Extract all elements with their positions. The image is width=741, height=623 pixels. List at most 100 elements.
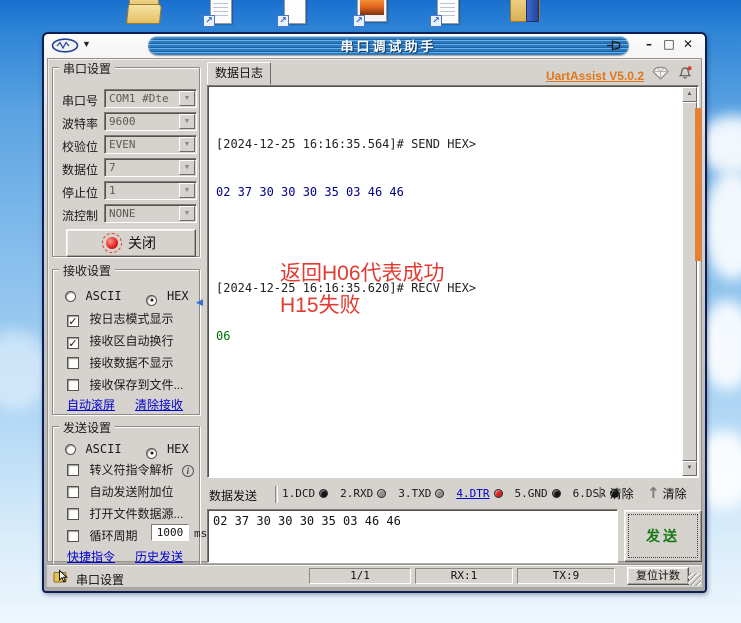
separator	[275, 486, 278, 503]
chevron-down-icon[interactable]: ▼	[179, 91, 195, 106]
gnd-led-icon	[552, 489, 561, 498]
close-port-button[interactable]: 关闭	[66, 229, 196, 257]
clear-receive-button[interactable]: ↓ 清除	[594, 484, 634, 502]
indicator-rxd: 2.RXD	[340, 487, 386, 500]
tab-data-log[interactable]: 数据日志	[207, 62, 271, 85]
radio-send-ascii[interactable]	[65, 444, 76, 455]
shortcut-arrow-icon: ↗	[277, 15, 289, 27]
desktop-icon-shortcut-document[interactable]: ↗	[203, 0, 241, 28]
scroll-up-icon[interactable]: ▲	[682, 87, 697, 102]
status-text: 串口设置	[76, 571, 124, 588]
quick-commands-link[interactable]: 快捷指令	[67, 548, 115, 565]
app-logo-icon[interactable]	[51, 38, 79, 58]
close-button[interactable]: ✕	[680, 37, 696, 54]
checkbox-log-mode[interactable]: ✓	[67, 315, 79, 327]
status-page-count: 1/1	[309, 568, 411, 584]
info-icon[interactable]: i	[182, 465, 194, 477]
chevron-down-icon[interactable]: ▼	[179, 160, 195, 175]
port-open-led-icon	[106, 237, 118, 249]
dcd-led-icon	[319, 489, 328, 498]
indicator-dcd: 1.DCD	[282, 487, 328, 500]
chevron-down-icon[interactable]: ▼	[179, 206, 195, 221]
flowcontrol-select[interactable]: NONE ▼	[104, 204, 197, 223]
indicator-dtr[interactable]: 4.DTR	[456, 487, 502, 500]
databits-select[interactable]: 7 ▼	[104, 158, 197, 177]
maximize-button[interactable]: □	[661, 37, 677, 54]
checkbox-hide-recv[interactable]	[67, 357, 79, 369]
pin-icon[interactable]	[606, 39, 623, 57]
cloud	[703, 170, 741, 280]
status-rx-count: RX:1	[415, 568, 513, 584]
history-send-link[interactable]: 历史发送	[135, 548, 183, 565]
com-port-select[interactable]: COM1 #Dte ▼	[104, 89, 197, 108]
checkbox-auto-append[interactable]	[67, 486, 79, 498]
desktop-icon-shortcut-photo[interactable]: ↗	[353, 0, 391, 28]
annotation-overlay: 返回H06代表成功 H15失败	[280, 258, 445, 322]
chevron-down-icon[interactable]: ▼	[179, 137, 195, 152]
baudrate-select[interactable]: 9600 ▼	[104, 112, 197, 131]
group-title: 发送设置	[59, 419, 115, 436]
send-button[interactable]: 发送	[624, 510, 702, 562]
bell-icon[interactable]	[677, 65, 693, 86]
gem-icon[interactable]	[652, 66, 669, 85]
parity-select[interactable]: EVEN ▼	[104, 135, 197, 154]
radio-recv-ascii[interactable]	[65, 291, 76, 302]
rxd-led-icon	[377, 489, 386, 498]
minimize-button[interactable]: –	[641, 37, 657, 54]
databits-label: 数据位	[62, 161, 98, 178]
indicator-txd: 3.TXD	[398, 487, 444, 500]
version-link[interactable]: UartAssist V5.0.2	[546, 69, 644, 83]
group-title: 接收设置	[59, 262, 115, 279]
checkbox-file-source[interactable]	[67, 508, 79, 520]
flowcontrol-label: 流控制	[62, 207, 98, 224]
desktop-icon-shortcut-document[interactable]: ↗	[430, 0, 468, 28]
dtr-led-icon	[494, 489, 503, 498]
parity-label: 校验位	[62, 138, 98, 155]
radio-send-hex[interactable]: ●	[146, 448, 157, 459]
group-title: 串口设置	[59, 60, 115, 77]
indicator-gnd: 5.GND	[515, 487, 561, 500]
uartassist-window: ▼ 串口调试助手 – □ ✕ 串口设置 串口号 COM1 #Dte ▼	[42, 32, 707, 593]
reset-count-button[interactable]: 复位计数	[627, 567, 689, 585]
desktop-icon-shortcut-document[interactable]: ↗	[277, 0, 315, 28]
desktop-icon-folder-book[interactable]	[508, 0, 546, 28]
auto-scroll-link[interactable]: 自动滚屏	[67, 396, 115, 413]
chevron-down-icon[interactable]: ▼	[179, 183, 195, 198]
cycle-period-input[interactable]	[151, 524, 189, 541]
data-log-view[interactable]: [2024-12-25 16:16:35.564]# SEND HEX> 02 …	[207, 85, 699, 478]
scroll-down-icon[interactable]: ▼	[682, 461, 697, 476]
checkbox-escape-parse[interactable]	[67, 464, 79, 476]
clear-send-button[interactable]: ↑ 清除	[647, 484, 687, 502]
log-timestamp-send: [2024-12-25 16:16:35.564]# SEND HEX>	[216, 136, 476, 152]
radio-recv-hex[interactable]: ●	[146, 295, 157, 306]
receive-settings-group: 接收设置 ASCII ● HEX ✓ 按日志模式显示 ✓ 接收区自动换行	[52, 269, 200, 415]
stopbits-select[interactable]: 1 ▼	[104, 181, 197, 200]
chevron-down-icon[interactable]: ▼	[82, 39, 91, 49]
tab-data-send[interactable]: 数据发送	[209, 487, 257, 504]
checkbox-cycle-send[interactable]	[67, 530, 79, 542]
log-send-bytes: 02 37 30 30 30 35 03 46 46	[216, 184, 476, 200]
clear-receive-link[interactable]: 清除接收	[135, 396, 183, 413]
com-port-label: 串口号	[62, 92, 98, 109]
panel-collapse-arrow-icon[interactable]: ◀	[196, 297, 203, 308]
desktop-icon-folder[interactable]	[127, 0, 165, 28]
send-data-input[interactable]: 02 37 30 30 30 35 03 46 46	[207, 509, 618, 563]
shortcut-arrow-icon: ↗	[353, 15, 365, 27]
title-bar[interactable]: ▼ 串口调试助手 – □ ✕	[44, 34, 705, 58]
chevron-down-icon[interactable]: ▼	[179, 114, 195, 129]
pointer-hand-icon	[53, 569, 70, 589]
orange-edge-strip	[695, 108, 702, 261]
status-bar: 串口设置 1/1 RX:1 TX:9 复位计数	[47, 564, 702, 587]
shortcut-arrow-icon: ↗	[430, 15, 442, 27]
stopbits-label: 停止位	[62, 184, 98, 201]
log-recv-bytes: 06	[216, 328, 476, 344]
send-settings-group: 发送设置 ASCII ● HEX 转义符指令解析 i 自动发送附加位	[52, 426, 200, 567]
resize-gripper[interactable]	[688, 573, 701, 586]
checkbox-auto-wrap[interactable]: ✓	[67, 337, 79, 349]
client-area: 串口设置 串口号 COM1 #Dte ▼ 波特率 9600 ▼	[47, 58, 702, 562]
modem-signal-indicators: 1.DCD 2.RXD 3.TXD 4.DTR 5.GND	[282, 487, 619, 500]
shortcut-arrow-icon: ↗	[203, 15, 215, 27]
title-pill: 串口调试助手	[148, 36, 629, 55]
window-title: 串口调试助手	[340, 36, 436, 55]
checkbox-save-to-file[interactable]	[67, 379, 79, 391]
